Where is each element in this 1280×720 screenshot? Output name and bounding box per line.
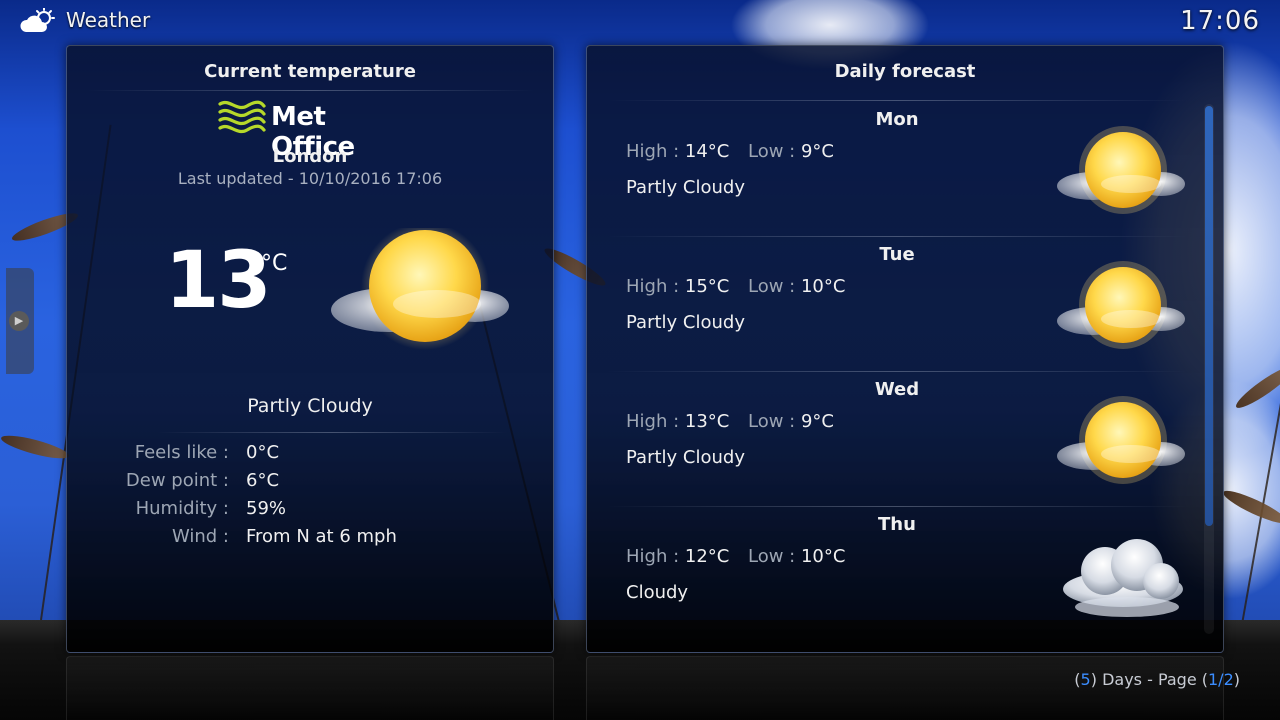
day-high: High : 15°C (626, 276, 729, 297)
feels-like-label: Feels like : (134, 442, 229, 463)
dew-point-value: 6°C (246, 470, 280, 491)
chevron-right-icon: ▶ (9, 311, 29, 331)
low-label: Low : (748, 546, 796, 567)
day-condition: Partly Cloudy (626, 312, 745, 333)
forecast-day-tue[interactable]: Tue High : 15°C Low : 10°C Partly Cloudy (587, 236, 1207, 371)
high-value: 14°C (684, 141, 730, 162)
high-label: High : (626, 141, 680, 162)
last-updated: Last updated - 10/10/2016 17:06 (177, 169, 443, 188)
low-value: 10°C (800, 276, 846, 297)
partly-cloudy-icon (1057, 396, 1185, 484)
partly-cloudy-icon (331, 228, 509, 350)
forecast-day-mon[interactable]: Mon High : 14°C Low : 9°C Partly Cloudy (587, 101, 1207, 236)
low-value: 9°C (800, 141, 834, 162)
current-temperature-unit: °C (261, 251, 288, 276)
panel-reflection (66, 656, 554, 720)
current-condition: Partly Cloudy (247, 395, 373, 417)
day-condition: Partly Cloudy (626, 177, 745, 198)
high-label: High : (626, 411, 680, 432)
day-low: Low : 9°C (748, 411, 834, 432)
forecast-scrollbar[interactable] (1204, 104, 1214, 634)
met-office-logo: Met Office (217, 98, 417, 162)
high-label: High : (626, 276, 680, 297)
high-value: 13°C (684, 411, 730, 432)
detail-row-dew-point: Dew point : 6°C (67, 470, 553, 498)
detail-row-wind: Wind : From N at 6 mph (67, 526, 553, 554)
days-count: 5 (1080, 670, 1091, 689)
divider (157, 432, 507, 433)
detail-row-humidity: Humidity : 59% (67, 498, 553, 526)
forecast-list[interactable]: Mon High : 14°C Low : 9°C Partly Cloudy … (587, 101, 1207, 641)
humidity-value: 59% (246, 498, 287, 519)
wind-value: From N at 6 mph (246, 526, 397, 547)
day-high: High : 14°C (626, 141, 729, 162)
day-condition: Cloudy (626, 582, 689, 603)
weather-cloud-sun-icon (20, 8, 55, 32)
low-value: 10°C (800, 546, 846, 567)
forecast-day-wed[interactable]: Wed High : 13°C Low : 9°C Partly Cloudy (587, 371, 1207, 506)
app-title: Weather (66, 8, 151, 32)
paging-indicator: (5) Days - Page (1/2) (1074, 670, 1240, 689)
day-high: High : 12°C (626, 546, 729, 567)
day-low: Low : 9°C (748, 141, 834, 162)
forecast-heading: Daily forecast (834, 61, 976, 82)
day-condition: Partly Cloudy (626, 447, 745, 468)
day-low: Low : 10°C (748, 546, 845, 567)
divider (87, 90, 535, 91)
forecast-day-thu[interactable]: Thu High : 12°C Low : 10°C Cloudy (587, 506, 1207, 641)
wind-label: Wind : (171, 526, 229, 547)
high-label: High : (626, 546, 680, 567)
cloudy-icon (1063, 539, 1183, 617)
scrollbar-thumb[interactable] (1205, 106, 1213, 526)
current-temperature-value: 13 (165, 236, 272, 326)
clock: 17:06 (1180, 6, 1260, 36)
met-office-waves-icon (218, 100, 266, 133)
partly-cloudy-icon (1057, 126, 1185, 214)
detail-row-feels-like: Feels like : 0°C (67, 442, 553, 470)
location-name: London (272, 146, 348, 167)
side-menu-handle[interactable]: ▶ (6, 268, 34, 374)
day-high: High : 13°C (626, 411, 729, 432)
humidity-label: Humidity : (135, 498, 229, 519)
paging-mid: ) Days - Page ( (1090, 670, 1208, 689)
paging-close: ) (1233, 670, 1240, 689)
dew-point-label: Dew point : (125, 470, 229, 491)
feels-like-value: 0°C (246, 442, 280, 463)
high-value: 15°C (684, 276, 730, 297)
current-heading: Current temperature (204, 61, 416, 82)
day-low: Low : 10°C (748, 276, 845, 297)
current-temperature-panel: Current temperature Met Office London La… (66, 45, 554, 653)
high-value: 12°C (684, 546, 730, 567)
low-value: 9°C (800, 411, 834, 432)
partly-cloudy-icon (1057, 261, 1185, 349)
page-number: 1/2 (1208, 670, 1234, 689)
daily-forecast-panel: Daily forecast Mon High : 14°C Low : 9°C… (586, 45, 1224, 653)
low-label: Low : (748, 276, 796, 297)
low-label: Low : (748, 411, 796, 432)
low-label: Low : (748, 141, 796, 162)
